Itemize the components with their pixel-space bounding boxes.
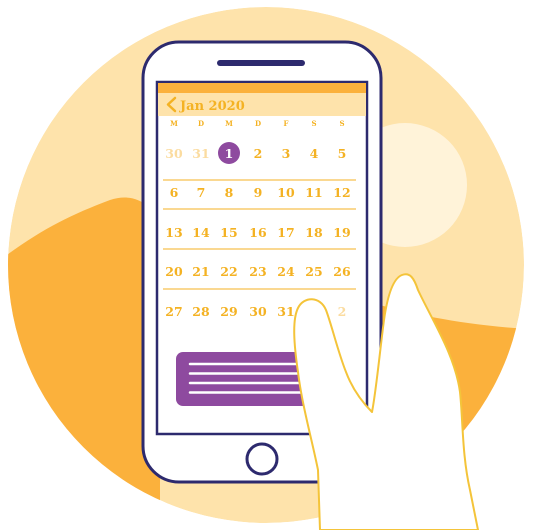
day-cell[interactable]: 16 xyxy=(249,225,267,240)
day-cell[interactable]: 31 xyxy=(277,304,294,319)
day-cell[interactable]: 11 xyxy=(305,185,322,200)
day-cell[interactable]: 18 xyxy=(305,225,323,240)
day-cell[interactable]: 5 xyxy=(338,146,347,161)
day-cell[interactable]: 14 xyxy=(192,225,210,240)
day-cell[interactable]: 30 xyxy=(249,304,267,319)
day-cell[interactable]: 29 xyxy=(220,304,237,319)
day-cell[interactable]: 24 xyxy=(277,264,295,279)
day-cell[interactable]: 9 xyxy=(254,185,263,200)
day-cell[interactable]: 27 xyxy=(165,304,182,319)
day-cell[interactable]: 26 xyxy=(333,264,351,279)
day-cell[interactable]: 7 xyxy=(197,185,206,200)
day-cell[interactable]: 19 xyxy=(333,225,350,240)
day-cell[interactable]: 22 xyxy=(220,264,237,279)
weekday-label: S xyxy=(339,119,344,128)
day-cell[interactable]: 21 xyxy=(192,264,209,279)
day-cell[interactable]: 4 xyxy=(310,146,319,161)
calendar-illustration: Jan 2020 MDMDFSS 30 31 1 2 3 4 56 7 8 9 10 11 1213 14… xyxy=(8,7,524,530)
day-cell[interactable]: 2 xyxy=(254,146,263,161)
day-cell[interactable]: 10 xyxy=(277,185,295,200)
day-cell[interactable]: 20 xyxy=(165,264,183,279)
day-cell-selected[interactable]: 1 xyxy=(225,146,234,161)
day-cell[interactable]: 28 xyxy=(192,304,210,319)
weekday-label: M xyxy=(225,119,233,128)
weekday-label: F xyxy=(284,119,289,128)
day-cell[interactable]: 3 xyxy=(282,146,291,161)
weekday-label: D xyxy=(255,119,261,128)
day-cell[interactable]: 12 xyxy=(333,185,350,200)
day-cell[interactable]: 30 xyxy=(165,146,183,161)
day-cell[interactable]: 2 xyxy=(338,304,347,319)
day-cell[interactable]: 17 xyxy=(277,225,294,240)
day-cell[interactable]: 15 xyxy=(220,225,237,240)
header-bar xyxy=(158,83,366,93)
day-cell[interactable]: 13 xyxy=(165,225,182,240)
day-cell[interactable]: 31 xyxy=(192,146,209,161)
day-cell[interactable]: 8 xyxy=(225,185,234,200)
phone-speaker xyxy=(217,60,305,66)
weekday-label: D xyxy=(198,119,204,128)
hill-left xyxy=(8,197,160,523)
month-label: Jan 2020 xyxy=(179,99,245,114)
weekday-label: S xyxy=(311,119,316,128)
day-cell[interactable]: 23 xyxy=(249,264,266,279)
weekday-label: M xyxy=(170,119,178,128)
day-cell[interactable]: 25 xyxy=(305,264,322,279)
calendar-header: Jan 2020 xyxy=(158,83,366,116)
day-cell[interactable]: 6 xyxy=(170,185,179,200)
